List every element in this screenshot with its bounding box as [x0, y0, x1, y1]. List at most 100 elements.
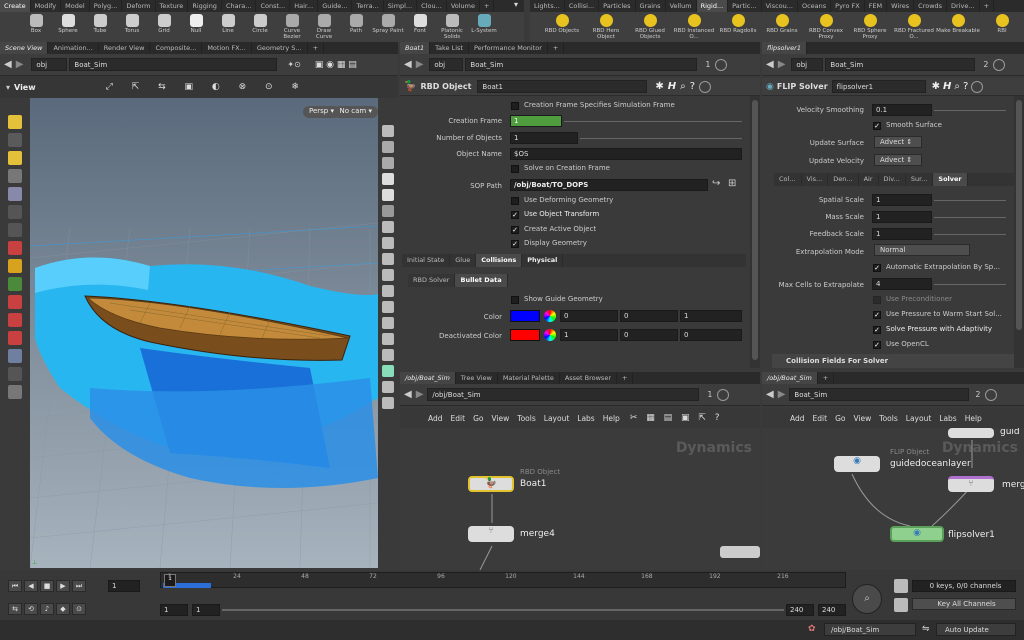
- render-icon[interactable]: [382, 397, 394, 409]
- collision-fields-section[interactable]: Collision Fields For Solver: [772, 354, 1014, 368]
- tab-initial-state[interactable]: Initial State: [402, 254, 451, 267]
- back-arrow-icon[interactable]: ◀: [404, 59, 412, 70]
- num-objects-slider[interactable]: [580, 138, 742, 139]
- guide-node[interactable]: [948, 428, 994, 438]
- wire-icon[interactable]: [382, 221, 394, 233]
- menu-item[interactable]: Layout: [906, 414, 932, 423]
- back-arrow-icon[interactable]: ◀: [766, 389, 774, 400]
- key-search-icon[interactable]: ⌕: [852, 584, 882, 614]
- shelf-tool[interactable]: Sphere: [52, 12, 84, 42]
- info-icon[interactable]: [971, 80, 984, 93]
- shelf-tab[interactable]: Chara...: [222, 0, 257, 12]
- shelf-tab[interactable]: Pyro FX: [831, 0, 865, 12]
- help-h-icon[interactable]: H: [668, 81, 676, 92]
- shelf-tab-menu-icon[interactable]: ▾: [508, 0, 524, 12]
- shelf-tab[interactable]: +: [480, 0, 495, 12]
- shelf-tool[interactable]: L-System: [468, 12, 500, 42]
- pane-tab[interactable]: Performance Monitor: [469, 42, 548, 54]
- shelf-tool[interactable]: Tube: [84, 12, 116, 42]
- shelf-tool[interactable]: Box: [20, 12, 52, 42]
- menu-item[interactable]: Go: [473, 414, 483, 423]
- pane-tab[interactable]: +: [548, 42, 565, 54]
- link-icon[interactable]: [984, 388, 997, 401]
- net1-canvas[interactable]: Dynamics RBD Object 🦆 Boat1 ⑂ merge4: [400, 428, 760, 570]
- tab-flipsolver1[interactable]: flipsolver1: [762, 42, 807, 54]
- shelf-tab[interactable]: Simpl...: [384, 0, 418, 12]
- shelf-tab[interactable]: Drive...: [947, 0, 980, 12]
- node-chooser-icon[interactable]: ⊞: [728, 178, 736, 189]
- shelf-tab[interactable]: Modify: [31, 0, 62, 12]
- menu-item[interactable]: View: [491, 414, 509, 423]
- shelf-tab[interactable]: Create: [0, 0, 31, 12]
- update-mode-icon[interactable]: ⇋: [922, 624, 930, 634]
- shelf-tab[interactable]: Polyg...: [90, 0, 123, 12]
- shelf-tab[interactable]: Grains: [636, 0, 666, 12]
- pane-tab[interactable]: Take List: [430, 42, 469, 54]
- path-obj-box[interactable]: obj: [31, 58, 68, 71]
- vertex-icon[interactable]: [382, 301, 394, 313]
- shelf-tab[interactable]: Guide...: [318, 0, 353, 12]
- pin-number[interactable]: 1: [705, 60, 710, 69]
- shelf-tool[interactable]: RBD Convex Proxy: [804, 12, 848, 42]
- lock-icon[interactable]: [8, 187, 22, 201]
- menu-item[interactable]: View: [853, 414, 871, 423]
- color-wheel-icon[interactable]: [544, 310, 556, 322]
- search-icon[interactable]: ⌕: [680, 81, 686, 92]
- shelf-tab[interactable]: Rigid...: [696, 0, 729, 12]
- creation-frame-field[interactable]: 1: [510, 115, 562, 127]
- shelf-tab[interactable]: Terra...: [352, 0, 384, 12]
- shelf-tab[interactable]: Wires: [887, 0, 915, 12]
- background-icon[interactable]: [382, 333, 394, 345]
- net2-canvas[interactable]: Dynamics guid FLIP Object ◉ guidedoceanl…: [762, 428, 1024, 570]
- timeline-track[interactable]: 1: [160, 572, 846, 588]
- help-icon[interactable]: ?: [963, 81, 968, 92]
- net-path-field[interactable]: /obj/Boat_Sim: [427, 388, 700, 401]
- shelf-tool[interactable]: RBD Glued Objects: [628, 12, 672, 42]
- pane-tab[interactable]: +: [308, 42, 325, 54]
- key-all-icon[interactable]: [894, 598, 908, 612]
- pin-icon[interactable]: ✦⊙: [287, 60, 300, 69]
- shelf-tab[interactable]: FEM: [865, 0, 888, 12]
- normals-icon[interactable]: [382, 237, 394, 249]
- use-object-transform-checkbox[interactable]: ✓: [511, 211, 519, 219]
- velocity-smoothing-field[interactable]: 0.1: [872, 104, 932, 116]
- shelf-tool[interactable]: Null: [180, 12, 212, 42]
- help-h-icon[interactable]: H: [943, 81, 951, 92]
- current-frame-field[interactable]: 1: [108, 580, 140, 592]
- snap-grid-icon[interactable]: [8, 295, 22, 309]
- move-icon[interactable]: [8, 133, 22, 147]
- gear-icon[interactable]: ✱: [655, 81, 663, 92]
- solve-pressure-checkbox[interactable]: ✓: [873, 326, 881, 334]
- mass-scale-field[interactable]: 1: [872, 211, 932, 223]
- pane-tab[interactable]: Animation...: [48, 42, 99, 54]
- end-frame2-field[interactable]: 240: [818, 604, 846, 616]
- shelf-tab[interactable]: Deform: [122, 0, 156, 12]
- magnet-icon[interactable]: [8, 241, 22, 255]
- flipbook-icon[interactable]: [382, 381, 394, 393]
- range-slider[interactable]: [222, 609, 784, 611]
- node-name-field[interactable]: flipsolver1: [831, 80, 926, 93]
- parm2-tab[interactable]: Col...: [774, 173, 802, 186]
- forward-arrow-icon[interactable]: ▶: [16, 59, 24, 70]
- numbers-icon[interactable]: [382, 269, 394, 281]
- merge-node[interactable]: ⑂: [948, 476, 994, 492]
- show-guide-checkbox[interactable]: [511, 296, 519, 304]
- deact-b-field[interactable]: 0: [680, 329, 742, 341]
- num-objects-field[interactable]: 1: [510, 132, 578, 144]
- jump-icon[interactable]: ↪: [712, 178, 720, 189]
- shelf-tool[interactable]: RBD Objects: [540, 12, 584, 42]
- shelf-tool[interactable]: RBD Ragdolls: [716, 12, 760, 42]
- menu-item[interactable]: Tools: [879, 414, 897, 423]
- parm2-scrollbar[interactable]: [1014, 96, 1024, 368]
- shelf-tab[interactable]: Hair...: [290, 0, 319, 12]
- shelf-tab[interactable]: Viscou...: [762, 0, 798, 12]
- shelf-tool[interactable]: RBI: [980, 12, 1024, 42]
- global-icon[interactable]: ⊙: [72, 603, 86, 615]
- link-icon[interactable]: [714, 58, 727, 71]
- points-icon[interactable]: [382, 253, 394, 265]
- use-pressure-checkbox[interactable]: ✓: [873, 311, 881, 319]
- pane-tab[interactable]: Scene View: [0, 42, 49, 54]
- shelf-tab[interactable]: Partic...: [728, 0, 762, 12]
- status-path[interactable]: /obj/Boat_Sim: [824, 623, 916, 636]
- info-icon[interactable]: [699, 80, 712, 93]
